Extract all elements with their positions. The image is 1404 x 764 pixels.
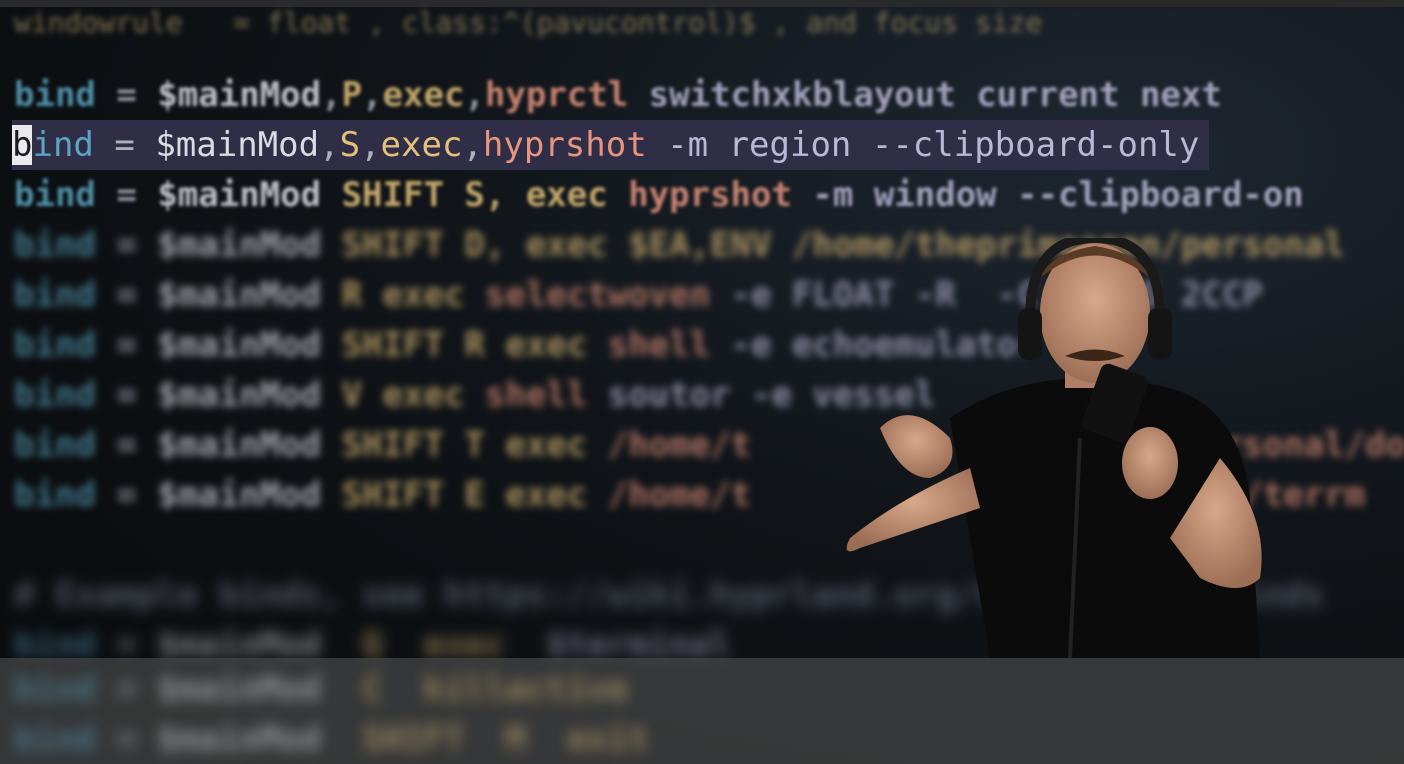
presenter-figure xyxy=(846,238,1262,658)
code-line-current[interactable]: bind = $mainMod,S,exec,hyprshot -m regio… xyxy=(12,120,1210,170)
video-frame: windowrule = float , class:^(pavucontrol… xyxy=(0,0,1404,764)
text-cursor: b xyxy=(12,125,33,165)
code-line: bind = $mainMod,P,exec,hyprctl switchxkb… xyxy=(14,75,1222,115)
code-line: bind = $mainMod SHIFT S, exec hyprshot -… xyxy=(14,175,1304,215)
code-line-top: windowrule = float , class:^(pavucontrol… xyxy=(14,6,1043,39)
code-line: bind = $mainMod V exec shell soutor -e v… xyxy=(14,375,936,415)
code-editor-lower: bind = $mainMod C killactive bind = $mai… xyxy=(14,664,649,759)
code-line: bind = $mainMod C killactive xyxy=(14,669,629,709)
code-line: bind = $mainMod SHIFT M exit xyxy=(14,719,649,759)
